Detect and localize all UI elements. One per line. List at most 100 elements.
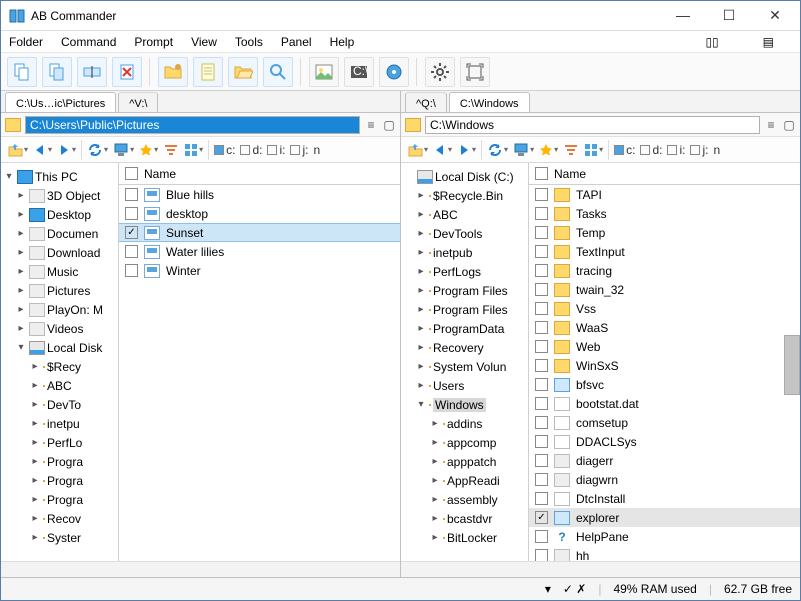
right-file-rows[interactable]: TAPITasksTempTextInputtracingtwain_32Vss… [529, 185, 800, 561]
tree-twisty-icon[interactable]: ▸ [15, 304, 27, 315]
filter-button[interactable] [561, 139, 581, 161]
tree-item[interactable]: ▸PlayOn: M [1, 300, 118, 319]
rename-button[interactable] [77, 57, 107, 87]
tree-item[interactable]: ▸Music [1, 262, 118, 281]
newfolder-button[interactable] [158, 57, 188, 87]
tree-twisty-icon[interactable]: ▸ [415, 285, 427, 296]
list-item[interactable]: TextInput [529, 242, 800, 261]
tree-item[interactable]: ▸Progra [1, 452, 118, 471]
notes-button[interactable] [193, 57, 223, 87]
tree-item[interactable]: ▸BitLocker [401, 528, 528, 547]
tree-twisty-icon[interactable]: ▸ [415, 361, 427, 372]
tree-item[interactable]: ▸Users [401, 376, 528, 395]
up-button[interactable]: ▾ [5, 139, 30, 161]
filter-button[interactable] [161, 139, 181, 161]
fav-button[interactable]: ▾ [537, 139, 560, 161]
list-item[interactable]: Vss [529, 299, 800, 318]
tree-item[interactable]: ▸Videos [1, 319, 118, 338]
left-path-input[interactable] [25, 116, 360, 134]
tree-item[interactable]: ▸apppatch [401, 452, 528, 471]
left-tab-1[interactable]: ^V:\ [118, 92, 158, 112]
list-item[interactable]: diagwrn [529, 470, 800, 489]
item-checkbox[interactable] [535, 378, 548, 391]
image-button[interactable] [309, 57, 339, 87]
layout-icon[interactable]: ≡ [764, 118, 778, 132]
layout-icon[interactable]: ≡ [364, 118, 378, 132]
right-path-input[interactable] [425, 116, 760, 134]
item-checkbox[interactable] [535, 359, 548, 372]
tree-twisty-icon[interactable]: ▸ [29, 494, 41, 505]
column-name[interactable]: Name [144, 167, 176, 181]
list-item[interactable]: WinSxS [529, 356, 800, 375]
refresh-button[interactable]: ▾ [485, 139, 510, 161]
tree-item[interactable]: ▾This PC [1, 167, 118, 186]
maximize-button[interactable]: ☐ [706, 1, 752, 30]
tree-item[interactable]: ▸ABC [1, 376, 118, 395]
minimize-button[interactable]: — [660, 1, 706, 30]
list-item[interactable]: Temp [529, 223, 800, 242]
tree-twisty-icon[interactable]: ▾ [15, 342, 27, 353]
item-checkbox[interactable] [535, 283, 548, 296]
list-item[interactable]: bfsvc [529, 375, 800, 394]
left-tab-0[interactable]: C:\Us…ic\Pictures [5, 92, 116, 112]
disk-button[interactable] [379, 57, 409, 87]
menu-prompt[interactable]: Prompt [134, 35, 173, 49]
tree-twisty-icon[interactable]: ▸ [415, 323, 427, 334]
status-dropdown-icon[interactable]: ▾ [545, 582, 551, 596]
list-item[interactable]: TAPI [529, 185, 800, 204]
item-checkbox[interactable] [535, 435, 548, 448]
checkall-checkbox[interactable] [535, 167, 548, 180]
tree-item[interactable]: ▸Desktop [1, 205, 118, 224]
list-item[interactable]: DtcInstall [529, 489, 800, 508]
view-button[interactable]: ▾ [582, 139, 605, 161]
drive-c[interactable]: c: [212, 143, 237, 157]
item-checkbox[interactable] [535, 302, 548, 315]
list-item[interactable]: ✓explorer [529, 508, 800, 527]
tree-item[interactable]: ▸PerfLo [1, 433, 118, 452]
item-checkbox[interactable] [535, 226, 548, 239]
item-checkbox[interactable] [535, 321, 548, 334]
panels-2-icon[interactable]: ▤ [763, 35, 774, 49]
right-list-header[interactable]: Name [529, 163, 800, 185]
tree-twisty-icon[interactable]: ▸ [429, 418, 441, 429]
tree-item[interactable]: ▸Documen [1, 224, 118, 243]
close-button[interactable]: ✕ [752, 1, 798, 30]
menu-panel[interactable]: Panel [281, 35, 312, 49]
tree-item[interactable]: ▸Pictures [1, 281, 118, 300]
tree-twisty-icon[interactable]: ▸ [415, 190, 427, 201]
back-button[interactable]: ▾ [431, 139, 454, 161]
tree-twisty-icon[interactable]: ▸ [415, 228, 427, 239]
list-item[interactable]: DDACLSys [529, 432, 800, 451]
item-checkbox[interactable] [535, 245, 548, 258]
tree-item[interactable]: ▸AppReadi [401, 471, 528, 490]
delete-button[interactable] [112, 57, 142, 87]
list-item[interactable]: comsetup [529, 413, 800, 432]
tree-item[interactable]: ▸inetpub [401, 243, 528, 262]
tree-item[interactable]: ▸PerfLogs [401, 262, 528, 281]
tree-twisty-icon[interactable]: ▸ [15, 247, 27, 258]
copy-button[interactable] [7, 57, 37, 87]
drive-i[interactable]: i: [265, 143, 287, 157]
tree-item[interactable]: ▸Program Files [401, 300, 528, 319]
item-checkbox[interactable] [535, 549, 548, 561]
item-checkbox[interactable] [125, 264, 138, 277]
forward-button[interactable]: ▾ [55, 139, 78, 161]
forward-button[interactable]: ▾ [455, 139, 478, 161]
tree-twisty-icon[interactable]: ▸ [15, 209, 27, 220]
tree-item[interactable]: ▸DevTools [401, 224, 528, 243]
openfolder-button[interactable] [228, 57, 258, 87]
drive-d[interactable]: d: [638, 143, 664, 157]
drive-n[interactable]: n [311, 143, 322, 157]
tree-item[interactable]: ▸$Recycle.Bin [401, 186, 528, 205]
tree-twisty-icon[interactable]: ▸ [429, 475, 441, 486]
tree-item[interactable]: ▸$Recy [1, 357, 118, 376]
item-checkbox[interactable] [535, 454, 548, 467]
column-name[interactable]: Name [554, 167, 586, 181]
tree-twisty-icon[interactable]: ▸ [415, 247, 427, 258]
tree-twisty-icon[interactable]: ▸ [429, 494, 441, 505]
tree-item[interactable]: ▾Local Disk [1, 338, 118, 357]
fullscreen-button[interactable] [460, 57, 490, 87]
tree-twisty-icon[interactable]: ▸ [29, 437, 41, 448]
pc-button[interactable]: ▾ [111, 139, 136, 161]
right-tab-0[interactable]: ^Q:\ [405, 92, 447, 112]
